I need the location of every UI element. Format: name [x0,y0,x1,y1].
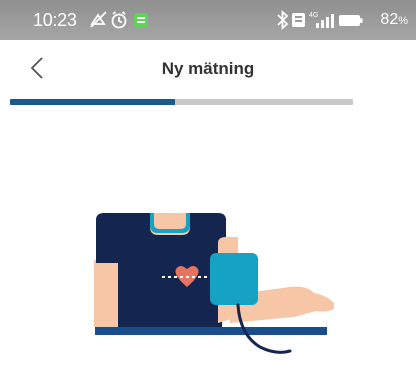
bluetooth-icon [277,9,289,31]
alarm-icon [111,11,127,29]
blood-pressure-illustration [94,213,334,354]
battery-percentage: 82% [380,11,408,30]
app-notification-icon [134,13,148,27]
step-progress-fill [10,99,175,105]
battery-icon [339,15,363,26]
blood-pressure-cuff [210,253,258,305]
table-surface [95,327,327,335]
status-bar: 10:23 4G 82% [0,0,416,40]
page-title: Ny mätning [161,59,255,78]
status-time: 10:23 [33,10,77,30]
battery-percent-sign: % [398,15,408,27]
step-progress-bar [10,99,353,105]
status-left-icons [90,11,148,29]
status-right-icons: 4G [277,9,363,31]
notifications-off-icon [90,11,107,28]
network-type-label: 4G [309,12,318,19]
battery-percent-value: 82 [380,11,399,28]
nfc-icon [292,13,305,27]
left-arm [94,260,120,327]
app-header: Ny mätning [0,40,416,96]
signal-icon: 4G [309,12,334,28]
